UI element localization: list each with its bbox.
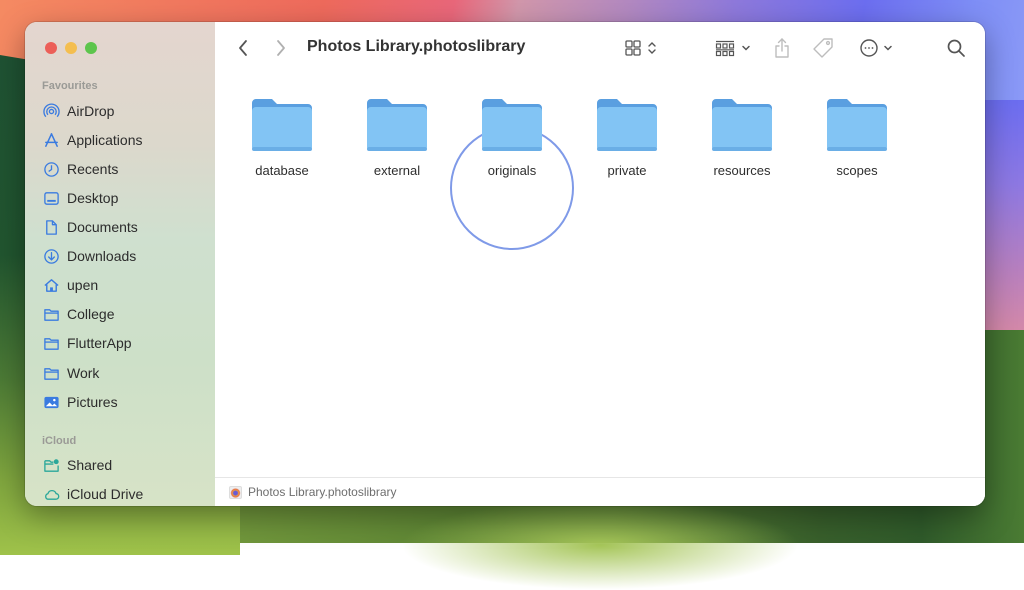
sidebar-item-college[interactable]: College	[42, 303, 207, 325]
chevron-down-icon	[884, 45, 892, 51]
folder-item[interactable]: database	[232, 97, 332, 178]
tags-button[interactable]	[811, 37, 835, 59]
forward-button[interactable]	[271, 38, 291, 58]
sidebar-item-upen[interactable]: upen	[42, 274, 207, 296]
sidebar-item-label: Shared	[67, 457, 113, 473]
folder-item[interactable]: private	[577, 97, 677, 178]
folder-icon	[482, 99, 542, 151]
desktop-icon	[42, 189, 60, 207]
sidebar-item-label: AirDrop	[67, 103, 115, 119]
sidebar-item-icloud-drive[interactable]: iCloud Drive	[42, 483, 207, 505]
folder-name: scopes	[836, 163, 878, 178]
folder-icon	[42, 364, 60, 382]
share-icon	[775, 38, 789, 58]
sidebar-item-label: Work	[67, 365, 100, 381]
sidebar-item-downloads[interactable]: Downloads	[42, 245, 207, 267]
sidebar-item-pictures[interactable]: Pictures	[42, 391, 207, 413]
clock-icon	[42, 160, 60, 178]
airdrop-icon	[42, 102, 60, 120]
back-button[interactable]	[233, 38, 253, 58]
chevron-updown-icon	[647, 42, 656, 54]
toolbar: Photos Library.photoslibrary	[215, 22, 985, 74]
sidebar-item-label: FlutterApp	[67, 335, 132, 351]
cloud-icon	[42, 485, 60, 503]
folder-icon	[42, 305, 60, 323]
sidebar-item-documents[interactable]: Documents	[42, 216, 207, 238]
folder-icon	[367, 99, 427, 151]
photos-library-icon	[229, 485, 242, 499]
applications-icon	[42, 131, 60, 149]
ellipsis-circle-icon	[860, 39, 878, 57]
group-button[interactable]	[712, 38, 752, 58]
share-button[interactable]	[771, 36, 793, 60]
section-favourites: Favourites	[42, 80, 98, 92]
sidebar-item-recents[interactable]: Recents	[42, 158, 207, 180]
sidebar-item-label: iCloud Drive	[67, 486, 144, 502]
grid-view-icon	[624, 40, 641, 56]
folder-icon	[712, 99, 772, 151]
sidebar-item-shared[interactable]: Shared	[42, 454, 207, 476]
more-button[interactable]	[856, 38, 896, 58]
view-mode-button[interactable]	[620, 38, 660, 58]
sidebar: Favourites AirDrop Applications Recents …	[25, 22, 216, 506]
sidebar-item-airdrop[interactable]: AirDrop	[42, 100, 207, 122]
folder-name: originals	[487, 163, 537, 178]
folder-icon	[42, 334, 60, 352]
folder-name: private	[607, 163, 647, 178]
folder-item-originals[interactable]: originals	[462, 97, 562, 178]
download-icon	[42, 247, 60, 265]
sidebar-item-label: Pictures	[67, 394, 118, 410]
minimize-button[interactable]	[65, 42, 77, 54]
sidebar-item-label: Recents	[67, 161, 119, 177]
path-bar-item[interactable]: Photos Library.photoslibrary	[248, 485, 397, 499]
sidebar-item-work[interactable]: Work	[42, 362, 207, 384]
home-icon	[42, 276, 60, 294]
pictures-icon	[42, 393, 60, 411]
sidebar-item-label: Downloads	[67, 248, 137, 264]
sidebar-item-label: Documents	[67, 219, 138, 235]
folder-item[interactable]: resources	[692, 97, 792, 178]
shared-folder-icon	[42, 456, 60, 474]
main-content: Photos Library.photoslibrary database ex…	[215, 22, 985, 506]
sidebar-item-label: upen	[67, 277, 99, 293]
sidebar-item-desktop[interactable]: Desktop	[42, 187, 207, 209]
section-icloud: iCloud	[42, 435, 77, 447]
finder-window: Favourites AirDrop Applications Recents …	[25, 22, 985, 506]
folder-item[interactable]: external	[347, 97, 447, 178]
window-title: Photos Library.photoslibrary	[307, 38, 526, 55]
tag-icon	[813, 38, 833, 58]
sidebar-item-applications[interactable]: Applications	[42, 129, 207, 151]
sidebar-item-label: College	[67, 306, 115, 322]
folder-icon	[597, 99, 657, 151]
sidebar-item-label: Desktop	[67, 190, 119, 206]
folder-icon	[252, 99, 312, 151]
group-icon	[715, 40, 734, 57]
sidebar-item-flutterapp[interactable]: FlutterApp	[42, 332, 207, 354]
folder-icon	[827, 99, 887, 151]
search-icon	[947, 39, 965, 57]
zoom-button[interactable]	[85, 42, 97, 54]
chevron-right-icon	[277, 40, 285, 56]
window-controls	[45, 42, 97, 54]
folder-name: resources	[713, 163, 771, 178]
path-bar: Photos Library.photoslibrary	[215, 477, 985, 506]
document-icon	[42, 218, 60, 236]
search-button[interactable]	[945, 37, 967, 59]
folder-name: external	[373, 163, 421, 178]
chevron-down-icon	[741, 45, 750, 51]
sidebar-item-label: Applications	[67, 132, 143, 148]
chevron-left-icon	[239, 40, 247, 56]
close-button[interactable]	[45, 42, 57, 54]
folder-name: database	[255, 163, 309, 178]
folder-item[interactable]: scopes	[807, 97, 907, 178]
